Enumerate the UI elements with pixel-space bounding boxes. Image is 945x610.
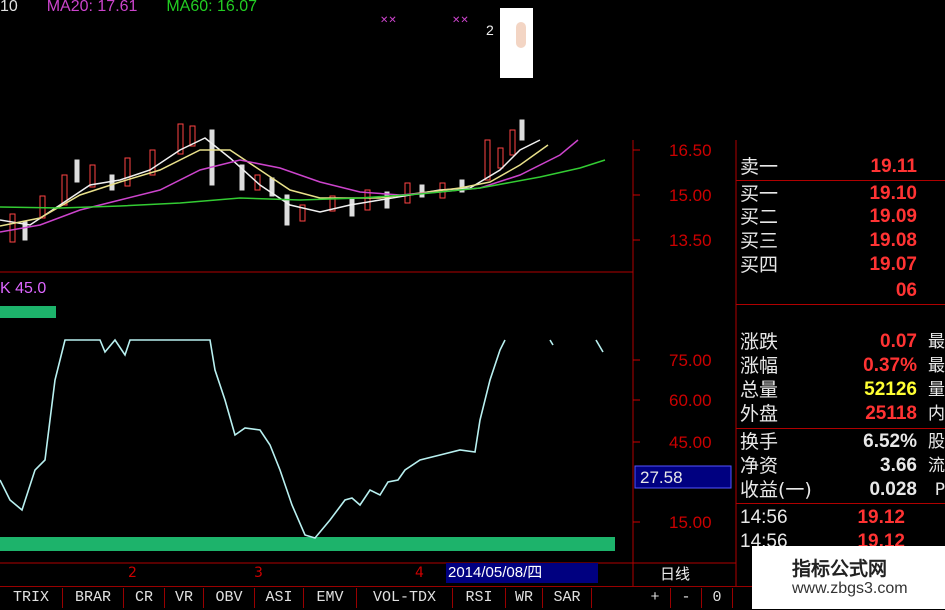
quote-row-net-assets: 净资 3.66 流 [740,455,945,477]
tab-sar[interactable]: SAR [543,588,592,608]
ma-legend: 10 MA20: 17.61 MA60: 16.07 [0,0,258,15]
indicator-value-label: K 45.0 [0,280,47,297]
axis-label-top-1: 16.50 [669,141,712,160]
quote-row-buy3: 买三 19.08 [740,230,917,252]
marker-number: 2 [486,22,494,38]
quote-row-buy1: 买一 19.10 [740,183,917,205]
tab-wr[interactable]: WR [506,588,543,608]
watermark: 指标公式网 www.zbgs3.com [752,546,945,609]
quote-row-extra: 06 [895,280,917,301]
trade-row: 14:56 19.12 [740,507,905,528]
quote-row-outer: 外盘 25118 内 [740,403,945,425]
indicator-line [0,338,506,539]
ma60-label: MA60: 16.07 [166,0,258,15]
tab-minus-button[interactable]: - [671,588,702,608]
tab-zero-button[interactable]: 0 [702,588,733,608]
tab-plus-button[interactable]: + [640,588,671,608]
x-marker-2: 2 [128,565,137,581]
period-label: 日线 [660,565,691,583]
tab-emv[interactable]: EMV [304,588,357,608]
quote-row-eps: 收益(一) 0.028 P [740,479,945,501]
x-marker-4: 4 [415,565,424,581]
axis-label-bottom-1: 75.00 [669,351,712,370]
overlay-image [500,8,533,78]
tab-trix[interactable]: TRIX [0,588,63,608]
axis-label-bottom-2: 60.00 [669,391,712,410]
axis-label-top-3: 13.50 [669,231,712,250]
axis-label-bottom-4: 15.00 [669,513,712,532]
tab-vol-tdx[interactable]: VOL-TDX [357,588,453,608]
tab-rsi[interactable]: RSI [453,588,506,608]
axis-label-top-2: 15.00 [669,186,712,205]
watermark-url: www.zbgs3.com [792,580,908,597]
x-marker-3: 3 [254,565,263,581]
tab-asi[interactable]: ASI [255,588,304,608]
axis-label-bottom-3: 45.00 [669,433,712,452]
ma20-label: MA20: 17.61 [46,0,138,15]
quote-row-volume: 总量 52126 量 [740,379,945,401]
quote-row-sell1: 卖一 19.11 [740,156,917,178]
tab-obv[interactable]: OBV [204,588,255,608]
quote-row-buy4: 买四 19.07 [740,254,917,276]
indicator-current-value: 27.58 [640,468,683,487]
indicator-bar-top [0,306,56,318]
quote-row-change: 涨跌 0.07 最 [740,331,945,353]
date-label: 2014/05/08/四 [446,563,598,583]
marker-dots: ✕✕ ✕✕ [380,15,469,26]
tab-vr[interactable]: VR [165,588,204,608]
quote-row-change-pct: 涨幅 0.37% 最 [740,355,945,377]
quote-row-buy2: 买二 19.09 [740,206,917,228]
ma-legend-item: 10 [0,0,18,15]
tab-cr[interactable]: CR [124,588,165,608]
tab-brar[interactable]: BRAR [63,588,124,608]
quote-row-turnover: 换手 6.52% 股 [740,431,945,453]
ma-green [0,159,606,209]
watermark-title: 指标公式网 [792,558,888,580]
indicator-bar-bottom [0,537,615,551]
candles [9,119,525,243]
